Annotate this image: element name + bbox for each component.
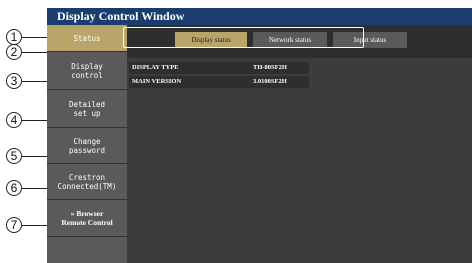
callout-5-leader — [22, 156, 47, 157]
info-key: DISPLAY TYPE — [132, 64, 179, 71]
callout-4-leader — [22, 120, 47, 121]
callout-3-leader — [22, 81, 47, 82]
callout-7-leader — [22, 225, 47, 226]
callout-4: 4 — [6, 112, 22, 128]
callout-1: 1 — [6, 29, 22, 45]
tab-group-frame — [123, 27, 364, 48]
callout-2-leader — [22, 52, 47, 53]
info-row-display-type: DISPLAY TYPE TH-80SF2H — [129, 62, 309, 74]
info-key: MAIN VERSION — [132, 78, 182, 85]
info-value: TH-80SF2H — [253, 64, 287, 71]
display-control-window: Display Control Window Status Display co… — [47, 8, 472, 263]
callout-2: 2 — [6, 44, 22, 60]
info-row-main-version: MAIN VERSION 3.0100SF2H — [129, 76, 309, 88]
window-title: Display Control Window — [57, 9, 185, 23]
callout-5: 5 — [6, 148, 22, 164]
sidebar-item-change-password[interactable]: Change password — [47, 128, 127, 164]
sidebar-item-display-control[interactable]: Display control — [47, 52, 127, 90]
title-bar: Display Control Window — [47, 8, 472, 25]
callout-6: 6 — [6, 180, 22, 196]
sidebar-filler — [47, 237, 127, 263]
callout-3: 3 — [6, 73, 22, 89]
info-value: 3.0100SF2H — [253, 78, 287, 85]
sidebar: Status Display control Detailed set up C… — [47, 25, 127, 263]
sidebar-item-detailed-setup[interactable]: Detailed set up — [47, 90, 127, 128]
callout-7: 7 — [6, 217, 22, 233]
sidebar-item-browser-remote-control[interactable]: » Browser Remote Control — [47, 200, 127, 237]
status-content: DISPLAY TYPE TH-80SF2H MAIN VERSION 3.01… — [127, 58, 472, 263]
sidebar-item-status[interactable]: Status — [47, 25, 127, 52]
sidebar-item-crestron-connected[interactable]: Crestron Connected(TM) — [47, 164, 127, 200]
callout-6-leader — [22, 188, 47, 189]
